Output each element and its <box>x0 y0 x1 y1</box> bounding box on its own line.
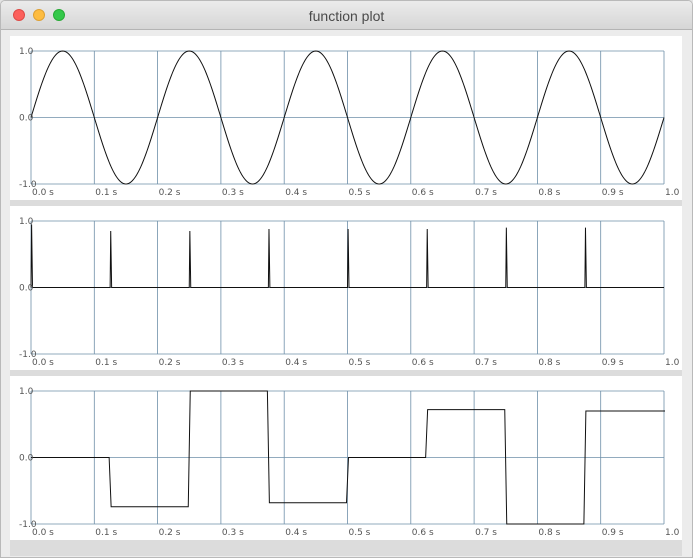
sine-plot: 0.0 s 0.1 s 0.2 s 0.3 s 0.4 s 0.5 s 0.6 s 0.7 s… <box>19 47 680 198</box>
x-tick-label: 0.8 s <box>538 528 560 538</box>
y-tick-label: -1.0 <box>19 520 37 530</box>
y-tick-label: 1.0 <box>19 217 34 227</box>
x-tick-label: 0.8 s <box>538 188 560 198</box>
y-tick-label: 0.0 <box>19 454 34 464</box>
y-tick-label: 1.0 <box>19 47 34 57</box>
x-tick-label: 1.0 <box>665 188 680 198</box>
x-tick-label: 0.5 s <box>349 528 371 538</box>
step-plot-panel: 0.0 s 0.1 s 0.2 s 0.3 s 0.4 s 0.5 s 0.6 s 0.7 s… <box>10 376 682 540</box>
x-tick-label: 0.6 s <box>412 358 434 368</box>
app-window: function plot 0.0 s 0.1 s 0.2 s 0.3 s 0.4 s0… <box>0 0 693 558</box>
x-tick-label: 0.8 s <box>538 358 560 368</box>
impulse-plot-panel: 0.0 s 0.1 s 0.2 s 0.3 s 0.4 s 0.5 s 0.6 s 0.7 s… <box>10 206 682 370</box>
x-tick-label: 0.4 s <box>285 358 307 368</box>
impulse-plot: 0.0 s 0.1 s 0.2 s 0.3 s 0.4 s 0.5 s 0.6 s 0.7 s… <box>19 217 680 368</box>
x-tick-label: 0.3 s <box>222 528 244 538</box>
y-tick-label: 0.0 <box>19 284 34 294</box>
x-tick-label: 0.2 s <box>159 188 181 198</box>
x-tick-label: 0.3 s <box>222 188 244 198</box>
x-tick-label: 0.7 s <box>475 188 497 198</box>
x-tick-label: 0.9 s <box>602 358 624 368</box>
plot-area: 0.0 s 0.1 s 0.2 s 0.3 s 0.4 s 0.5 s 0.6 s 0.7 s… <box>10 36 682 556</box>
y-tick-label: -1.0 <box>19 180 37 190</box>
sine-plot-panel: 0.0 s 0.1 s 0.2 s 0.3 s 0.4 s 0.5 s 0.6 s 0.7 s… <box>10 36 682 200</box>
x-tick-label: 0.3 s <box>222 358 244 368</box>
y-tick-label: 0.0 <box>19 114 34 124</box>
x-tick-label: 0.1 s <box>95 528 117 538</box>
x-tick-label: 0.4 s <box>285 528 307 538</box>
x-tick-label: 0.6 s <box>412 188 434 198</box>
x-tick-label: 0.2 s <box>159 528 181 538</box>
x-tick-label: 0.7 s <box>475 528 497 538</box>
x-tick-label: 0.6 s <box>412 528 434 538</box>
x-tick-label: 0.7 s <box>475 358 497 368</box>
x-tick-label: 0.5 s <box>349 358 371 368</box>
x-tick-label: 0.4 s <box>285 188 307 198</box>
x-tick-label: 0.2 s <box>159 358 181 368</box>
y-tick-label: -1.0 <box>19 350 37 360</box>
step-plot: 0.0 s 0.1 s 0.2 s 0.3 s 0.4 s 0.5 s 0.6 s 0.7 s… <box>19 387 680 538</box>
x-tick-label: 1.0 <box>665 358 680 368</box>
title-bar[interactable]: function plot <box>1 1 692 30</box>
x-tick-label: 0.9 s <box>602 528 624 538</box>
x-tick-label: 0.5 s <box>349 188 371 198</box>
window-title: function plot <box>308 8 385 24</box>
x-tick-label: 0.9 s <box>602 188 624 198</box>
x-tick-label: 0.1 s <box>95 188 117 198</box>
x-tick-label: 1.0 <box>665 528 680 538</box>
y-tick-label: 1.0 <box>19 387 34 397</box>
x-tick-label: 0.1 s <box>95 358 117 368</box>
